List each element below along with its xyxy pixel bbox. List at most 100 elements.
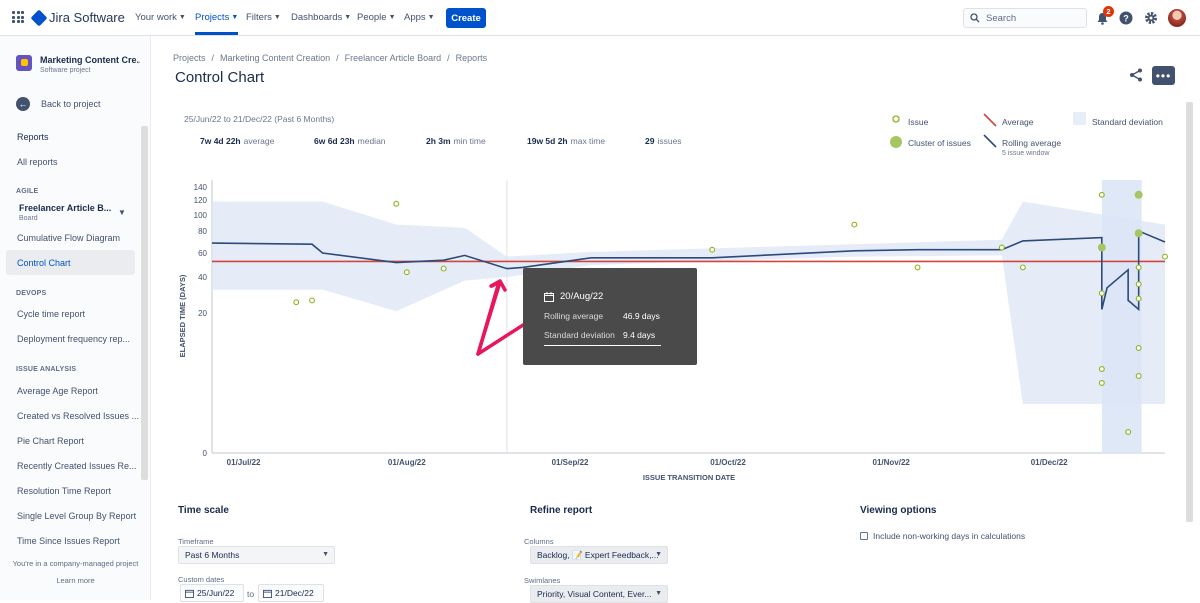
tooltip-date-row: 20/Aug/22 bbox=[544, 291, 603, 302]
project-header[interactable]: Marketing Content Cre... Software projec… bbox=[16, 55, 140, 74]
board-selector[interactable]: Freelancer Article B... Board bbox=[19, 203, 111, 222]
sidebar-item-recently-created[interactable]: Recently Created Issues Re... bbox=[17, 461, 137, 471]
issue-point bbox=[998, 244, 1005, 251]
nav-filters[interactable]: Filters ▼ bbox=[246, 12, 281, 23]
chevron-down-icon: ▼ bbox=[655, 551, 662, 558]
sidebar-item-all-reports[interactable]: All reports bbox=[17, 157, 58, 167]
breadcrumb-separator: / bbox=[211, 53, 215, 63]
back-to-project-link[interactable]: ← Back to project bbox=[16, 97, 101, 111]
time-scale-title: Time scale bbox=[178, 505, 229, 516]
calendar-icon bbox=[185, 589, 194, 598]
nav-people[interactable]: People ▼ bbox=[357, 12, 396, 23]
columns-value: Backlog, 📝 Expert Feedback,... bbox=[537, 549, 659, 560]
nav-label: Filters bbox=[246, 12, 272, 23]
learn-more-link[interactable]: Learn more bbox=[0, 576, 151, 585]
help-icon[interactable]: ? bbox=[1118, 10, 1134, 26]
breadcrumb-project[interactable]: Marketing Content Creation bbox=[220, 53, 330, 63]
breadcrumb: Projects / Marketing Content Creation / Fr… bbox=[173, 53, 487, 63]
rolling-legend-icon bbox=[983, 134, 997, 148]
timeframe-label: Timeframe bbox=[178, 537, 214, 546]
to-date-input[interactable]: 21/Dec/22 bbox=[258, 584, 324, 602]
board-type: Board bbox=[19, 215, 38, 222]
sidebar-item-cycle-time[interactable]: Cycle time report bbox=[17, 309, 85, 319]
sidebar-item-pie-chart[interactable]: Pie Chart Report bbox=[17, 436, 84, 446]
stat-label: median bbox=[357, 136, 386, 146]
issue-point bbox=[1162, 253, 1168, 260]
x-tick-label: 01/Nov/22 bbox=[873, 458, 911, 467]
back-label: Back to project bbox=[41, 99, 101, 109]
stat-value: 29 bbox=[645, 136, 655, 146]
nav-label: Projects bbox=[195, 12, 230, 23]
user-avatar[interactable] bbox=[1168, 9, 1186, 27]
issue-point bbox=[1019, 264, 1026, 271]
cluster-point bbox=[1097, 243, 1106, 252]
sidebar-item-time-since[interactable]: Time Since Issues Report bbox=[17, 536, 120, 546]
nav-projects[interactable]: Projects ▼ bbox=[195, 12, 239, 35]
sidebar-item-created-vs-resolved[interactable]: Created vs Resolved Issues ... bbox=[17, 411, 139, 421]
issue-point bbox=[1125, 429, 1132, 435]
breadcrumb-projects[interactable]: Projects bbox=[173, 53, 206, 63]
breadcrumb-board[interactable]: Freelancer Article Board bbox=[345, 53, 442, 63]
jira-logo[interactable]: Jira Software bbox=[30, 9, 125, 26]
legend-cluster: Cluster of issues bbox=[908, 138, 971, 148]
issue-point bbox=[1098, 290, 1105, 297]
share-icon[interactable] bbox=[1128, 67, 1144, 83]
issue-point bbox=[1135, 295, 1142, 302]
x-tick-label: 01/Jul/22 bbox=[227, 458, 261, 467]
columns-select[interactable]: Backlog, 📝 Expert Feedback,... ▼ bbox=[530, 546, 668, 564]
cluster-legend-icon bbox=[890, 136, 902, 148]
y-tick-label: 120 bbox=[194, 196, 208, 205]
search-input[interactable]: Search bbox=[963, 8, 1087, 28]
chevron-down-icon[interactable]: ▼ bbox=[118, 208, 126, 217]
nav-apps[interactable]: Apps ▼ bbox=[404, 12, 435, 23]
issue-point bbox=[393, 200, 400, 207]
timeframe-value: Past 6 Months bbox=[185, 550, 240, 560]
date-range: 25/Jun/22 to 21/Dec/22 (Past 6 Months) bbox=[184, 114, 335, 124]
legend-average: Average bbox=[1002, 117, 1034, 127]
devops-heading: DEVOPS bbox=[16, 290, 47, 297]
more-icon: ••• bbox=[1155, 68, 1172, 83]
sidebar-item-deployment-frequency[interactable]: Deployment frequency rep... bbox=[17, 334, 130, 344]
sidebar-item-average-age[interactable]: Average Age Report bbox=[17, 386, 98, 396]
checkbox-box[interactable] bbox=[860, 532, 868, 540]
breadcrumb-reports[interactable]: Reports bbox=[456, 53, 488, 63]
x-tick-label: 01/Aug/22 bbox=[388, 458, 426, 467]
timeframe-select[interactable]: Past 6 Months ▼ bbox=[178, 546, 335, 564]
sidebar-item-single-level-group[interactable]: Single Level Group By Report bbox=[17, 511, 136, 521]
svg-text:?: ? bbox=[1123, 14, 1129, 24]
main-scrollbar[interactable] bbox=[1186, 102, 1193, 522]
issue-point bbox=[1098, 380, 1105, 386]
arrow-left-icon: ← bbox=[16, 97, 30, 111]
nav-label: Apps bbox=[404, 12, 426, 23]
y-axis-label: ELAPSED TIME (DAYS) bbox=[178, 274, 187, 357]
from-date-input[interactable]: 25/Jun/22 bbox=[180, 584, 244, 602]
sidebar-scrollbar[interactable] bbox=[141, 126, 148, 480]
legend-stddev: Standard deviation bbox=[1092, 117, 1163, 127]
more-actions-button[interactable]: ••• bbox=[1152, 66, 1175, 85]
board-name: Freelancer Article B... bbox=[19, 203, 112, 213]
y-tick-label: 60 bbox=[198, 249, 207, 258]
app-name: Jira Software bbox=[49, 10, 125, 25]
sidebar-item-cumulative-flow[interactable]: Cumulative Flow Diagram bbox=[17, 233, 120, 243]
x-axis-label: ISSUE TRANSITION DATE bbox=[643, 473, 735, 482]
tooltip-date: 20/Aug/22 bbox=[560, 291, 604, 302]
swimlanes-value: Priority, Visual Content, Ever... bbox=[537, 589, 652, 599]
nav-dashboards[interactable]: Dashboards ▼ bbox=[291, 12, 351, 23]
nav-your-work[interactable]: Your work ▼ bbox=[135, 12, 186, 23]
sidebar: Marketing Content Cre... Software projec… bbox=[0, 36, 151, 600]
create-button[interactable]: Create bbox=[446, 8, 486, 28]
settings-gear-icon[interactable] bbox=[1143, 10, 1159, 26]
app-switcher-icon[interactable] bbox=[12, 11, 24, 23]
page-title: Control Chart bbox=[175, 69, 265, 86]
sidebar-item-control-chart[interactable]: Control Chart bbox=[6, 250, 135, 275]
cluster-point bbox=[1134, 190, 1143, 199]
tooltip-stddev-label: Standard deviation bbox=[544, 330, 615, 340]
issue-legend-icon bbox=[892, 115, 900, 123]
swimlanes-select[interactable]: Priority, Visual Content, Ever... ▼ bbox=[530, 585, 668, 603]
stat-value: 7w 4d 22h bbox=[200, 136, 241, 146]
non-working-days-checkbox[interactable]: Include non-working days in calculations bbox=[860, 531, 1025, 541]
issue-point bbox=[1135, 345, 1142, 351]
average-legend-icon bbox=[983, 113, 997, 127]
stddev-legend-swatch bbox=[1073, 112, 1086, 125]
sidebar-item-resolution-time[interactable]: Resolution Time Report bbox=[17, 486, 111, 496]
